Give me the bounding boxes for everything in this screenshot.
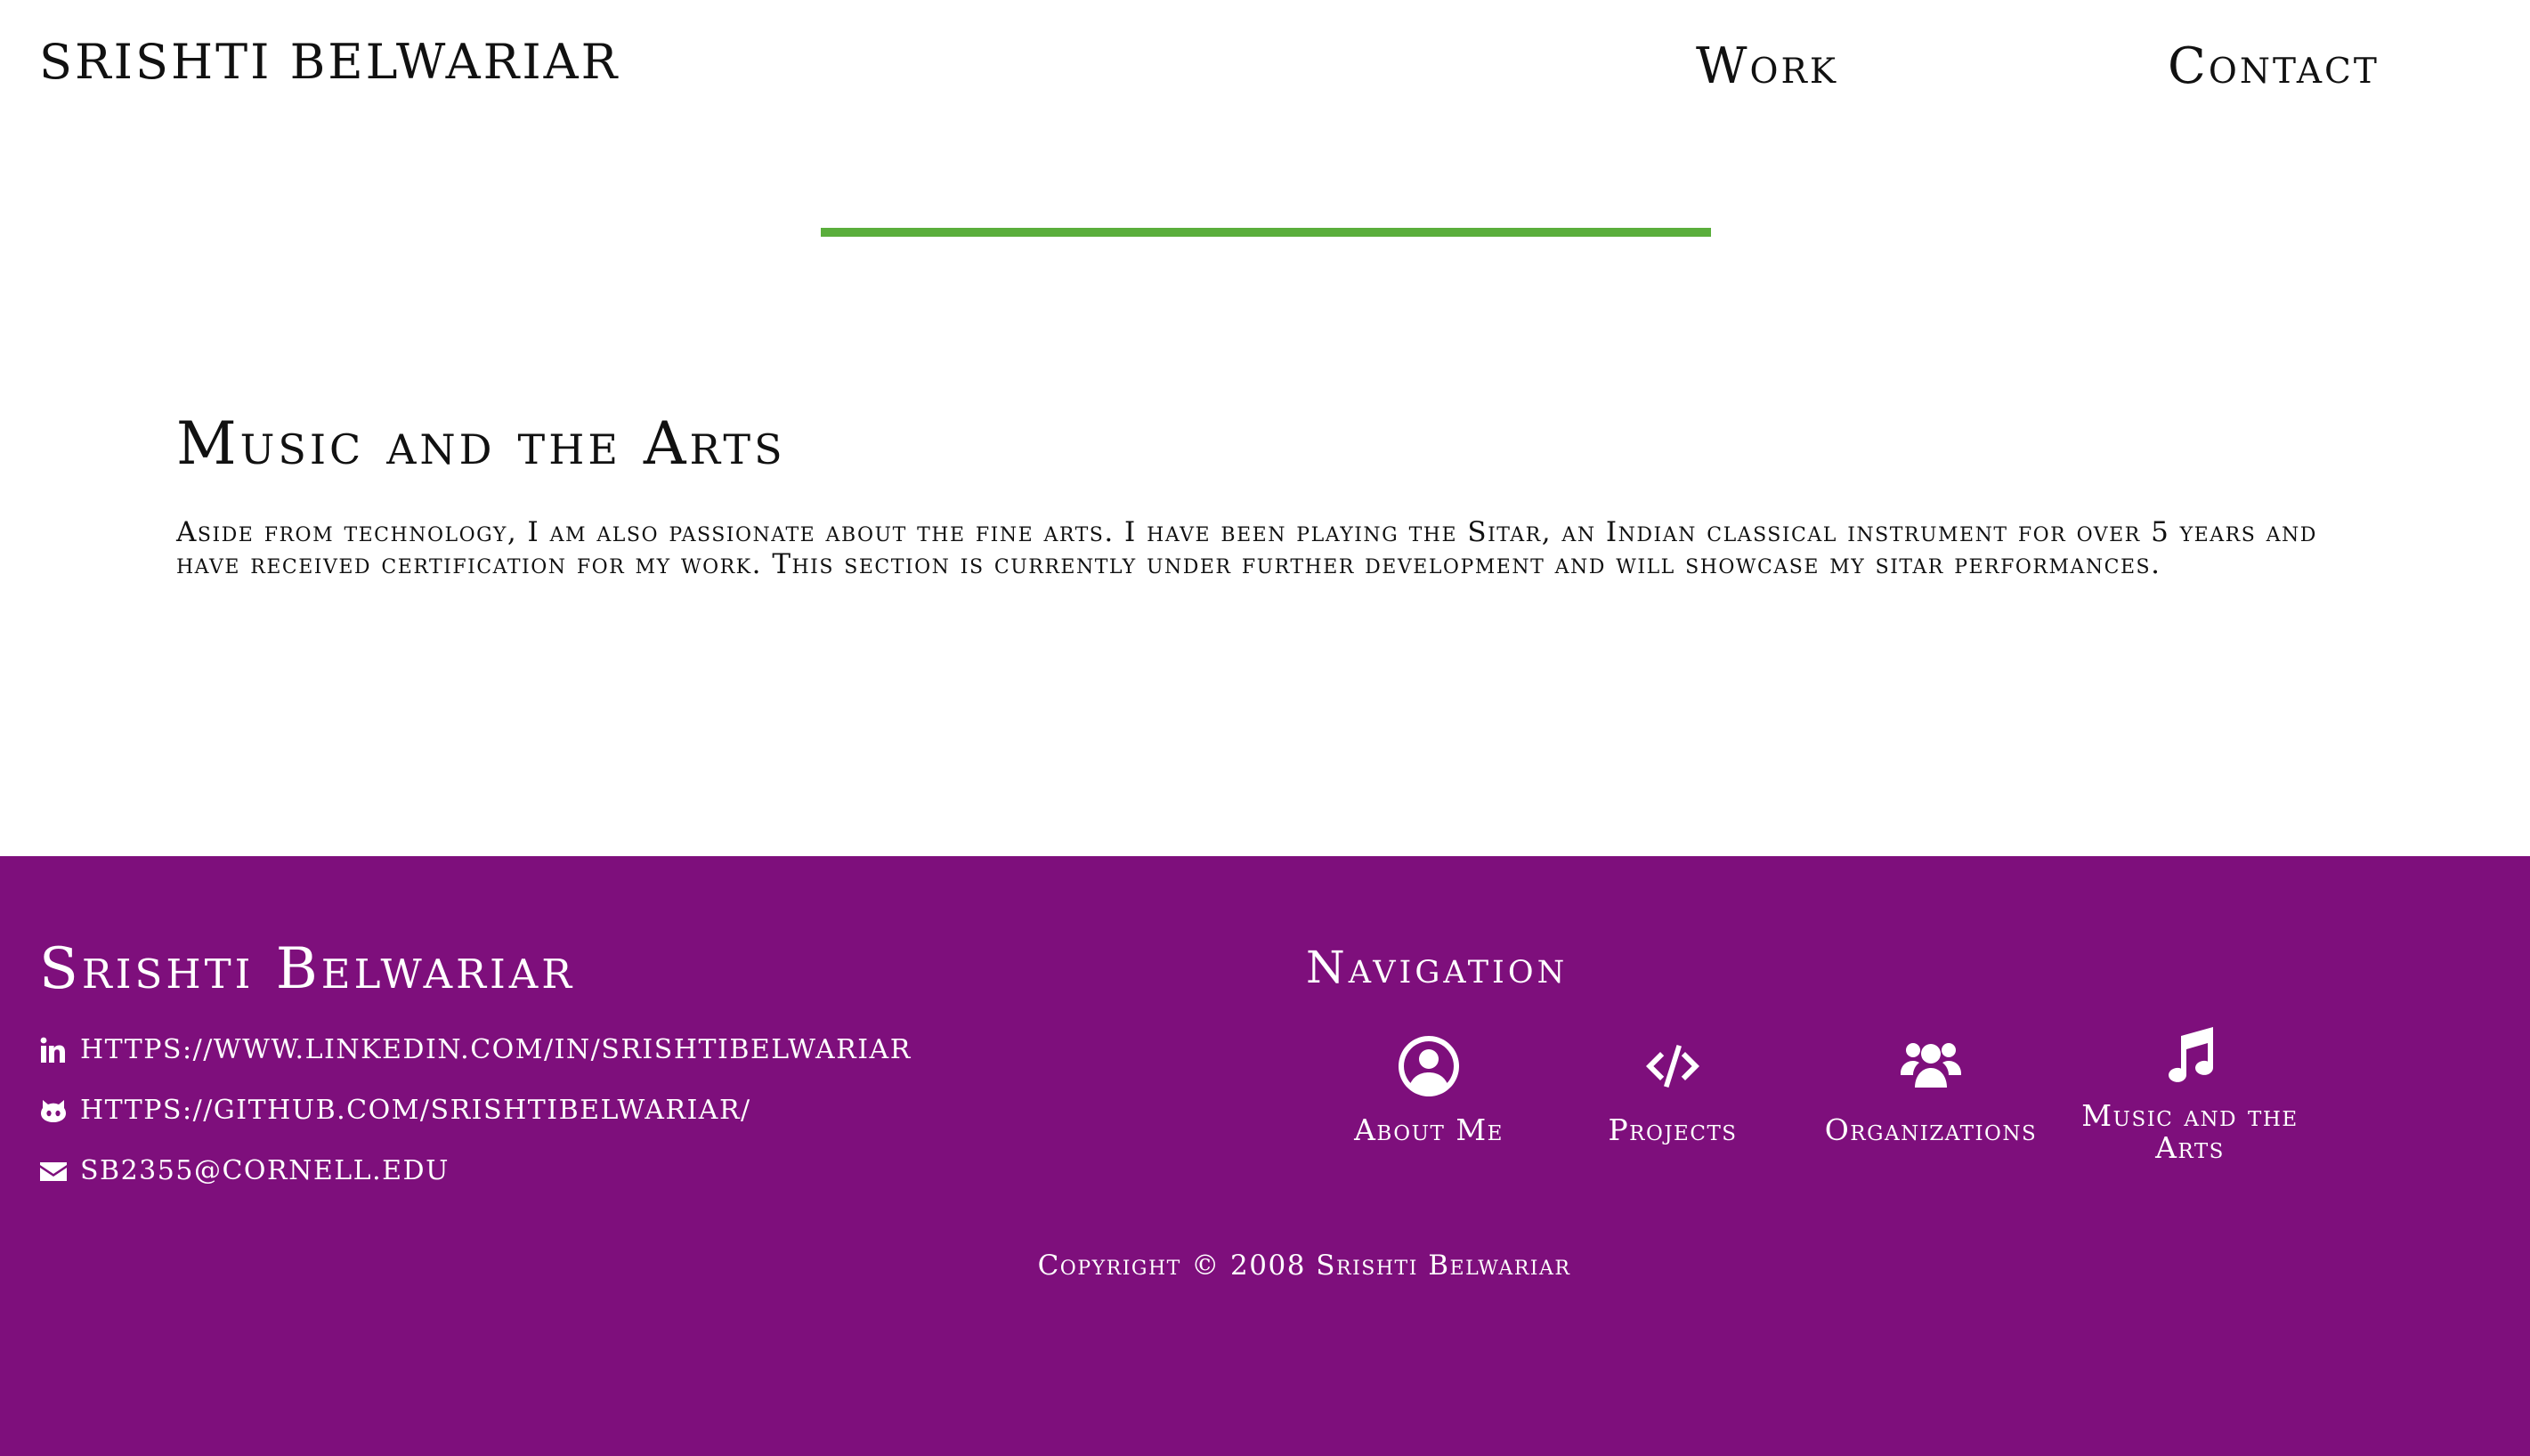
github-icon — [41, 1099, 66, 1122]
section-title: Music and the Arts — [176, 409, 786, 478]
linkedin-url: https://www.linkedin.com/in/srishtibelwa… — [80, 1034, 912, 1065]
section-body: Aside from technology, I am also passion… — [176, 516, 2317, 580]
brand-link[interactable]: SRISHTI BELWARIAR — [39, 34, 620, 90]
user-circle-icon — [1397, 1034, 1461, 1098]
github-url: https://github.com/srishtibelwariar/ — [80, 1095, 751, 1126]
footer-nav-label: Music and the Arts — [2081, 1098, 2299, 1165]
footer-nav-organizations[interactable]: Organizations — [1815, 1034, 2047, 1146]
navigation-heading: Navigation — [1306, 942, 1569, 993]
users-icon — [1899, 1034, 1963, 1098]
email-address: sb2355@cornell.edu — [80, 1155, 450, 1186]
page: SRISHTI BELWARIAR Work Contact Music and… — [0, 0, 2530, 1456]
footer-nav-music-and-the-arts[interactable]: Music and the Arts — [2074, 1023, 2306, 1164]
github-link[interactable]: https://github.com/srishtibelwariar/ — [39, 1095, 751, 1126]
linkedin-icon — [40, 1037, 65, 1063]
envelope-icon — [40, 1161, 67, 1181]
copyright-text: Copyright © 2008 Srishti Belwariar — [1037, 1250, 1571, 1282]
accent-divider — [821, 228, 1711, 237]
footer-nav-label: Projects — [1608, 1112, 1738, 1147]
footer-nav-about-me[interactable]: About Me — [1313, 1034, 1545, 1146]
site-footer: Srishti Belwariar https://www.linkedin.c… — [0, 856, 2530, 1456]
email-link[interactable]: sb2355@cornell.edu — [39, 1155, 450, 1186]
footer-nav-projects[interactable]: Projects — [1557, 1034, 1788, 1146]
site-header: SRISHTI BELWARIAR Work Contact — [0, 0, 2530, 133]
linkedin-link[interactable]: https://www.linkedin.com/in/srishtibelwa… — [39, 1034, 912, 1065]
music-icon — [2158, 1023, 2222, 1088]
nav-contact-link[interactable]: Contact — [2168, 37, 2380, 95]
footer-name: Srishti Belwariar — [39, 936, 576, 1002]
nav-work-link[interactable]: Work — [1696, 37, 1838, 95]
footer-nav-label: Organizations — [1824, 1112, 2038, 1147]
footer-nav-label: About Me — [1354, 1112, 1504, 1147]
code-icon — [1641, 1034, 1705, 1098]
